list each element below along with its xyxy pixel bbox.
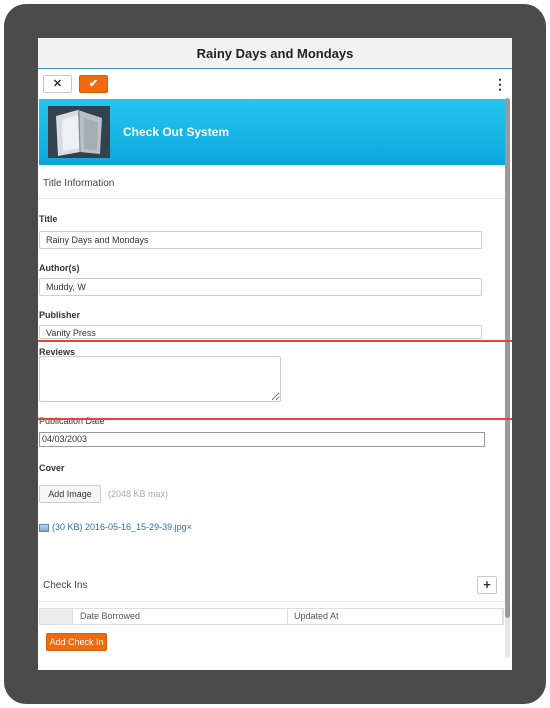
window-title: Rainy Days and Mondays: [38, 38, 512, 69]
check-ins-table-header: Date Borrowed Updated At: [39, 608, 504, 625]
title-input[interactable]: Rainy Days and Mondays: [39, 231, 482, 249]
column-date-borrowed[interactable]: Date Borrowed: [74, 609, 288, 624]
save-button[interactable]: ✔: [79, 75, 108, 93]
add-check-in-plus-button[interactable]: +: [477, 576, 497, 594]
scrollbar[interactable]: [505, 98, 510, 658]
reviews-textarea[interactable]: [39, 356, 281, 402]
divider: [38, 601, 506, 602]
more-vertical-icon: ⋮: [493, 76, 507, 92]
publication-date-label: Publication Date: [39, 416, 105, 424]
divider: [38, 198, 506, 199]
publisher-label: Publisher: [39, 310, 81, 320]
section-title-information: Title Information: [43, 178, 115, 189]
cover-label: Cover: [39, 463, 65, 473]
device-frame: Rainy Days and Mondays ✕ ✔ ⋮ Check Out S…: [0, 0, 550, 708]
more-menu-button[interactable]: ⋮: [493, 76, 507, 92]
app-screen: Rainy Days and Mondays ✕ ✔ ⋮ Check Out S…: [38, 38, 512, 670]
publication-date-input[interactable]: 04/03/2003: [39, 432, 485, 447]
toolbar: ✕ ✔ ⋮: [38, 70, 512, 98]
authors-input[interactable]: Muddy, W: [39, 278, 482, 296]
plus-icon: +: [483, 577, 491, 592]
publisher-input[interactable]: Vanity Press: [39, 325, 482, 339]
authors-label: Author(s): [39, 263, 80, 273]
scrollbar-thumb[interactable]: [505, 98, 510, 618]
max-size-note: (2048 KB max): [108, 489, 169, 499]
book-image: [48, 106, 110, 158]
close-icon: ✕: [52, 78, 63, 90]
check-icon: ✔: [88, 78, 99, 90]
attachment-row: (30 KB) 2016-05-16_15-29-39.jpg×: [39, 522, 192, 534]
add-image-button[interactable]: Add Image: [39, 485, 101, 503]
title-label: Title: [39, 214, 58, 224]
select-all-column[interactable]: [40, 609, 73, 624]
banner-title: Check Out System: [123, 125, 230, 139]
cancel-button[interactable]: ✕: [43, 75, 72, 93]
add-check-in-button[interactable]: Add Check In: [46, 633, 107, 651]
attachment-link[interactable]: (30 KB) 2016-05-16_15-29-39.jpg: [52, 522, 187, 532]
column-updated-at[interactable]: Updated At: [288, 609, 503, 624]
section-check-ins: Check Ins: [43, 580, 88, 591]
remove-attachment-icon[interactable]: ×: [187, 522, 192, 532]
app-banner: Check Out System: [39, 99, 506, 165]
image-file-icon: [39, 523, 49, 532]
